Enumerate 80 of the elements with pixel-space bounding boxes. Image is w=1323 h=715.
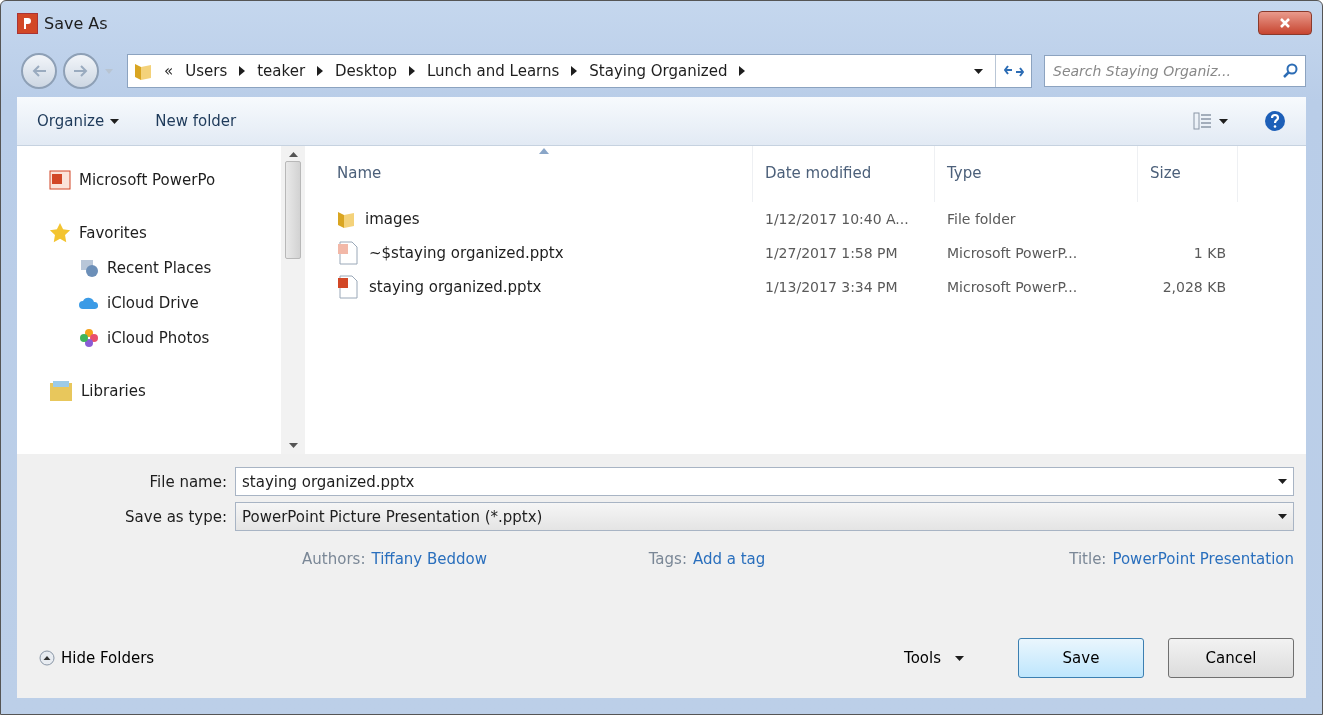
property-value[interactable]: Add a tag — [692, 550, 766, 568]
type-cell-text: Microsoft PowerP... — [946, 245, 1079, 261]
size-cell-text: 2,028 KB — [1161, 279, 1227, 295]
chevron-icon[interactable] — [408, 66, 415, 76]
file-type-dropdown[interactable]: PowerPoint Picture Presentation (*.pptx) — [235, 502, 1294, 531]
details-view-icon — [1193, 112, 1213, 130]
breadcrumb[interactable]: Lunch and Learns — [426, 62, 560, 80]
sidebar-item[interactable]: Favorites — [49, 215, 281, 250]
address-bar[interactable]: « Users teaker Desktop Lunch and Learns Staying Organized — [127, 54, 1032, 88]
folder-icon — [134, 61, 152, 81]
scrollbar[interactable] — [281, 146, 305, 454]
library-icon — [49, 379, 73, 402]
toolbar-button[interactable]: New folder — [155, 108, 237, 134]
breadcrumb[interactable]: Users — [185, 62, 228, 80]
caret-icon — [955, 655, 964, 661]
sidebar-item[interactable]: Microsoft PowerPo — [49, 162, 281, 197]
toolbar-button[interactable]: Organize — [37, 108, 120, 134]
presentation-icon — [49, 169, 71, 190]
chevron-icon[interactable] — [571, 66, 578, 76]
save-button[interactable]: Save — [1018, 638, 1144, 678]
breadcrumb[interactable]: teaker — [257, 62, 306, 80]
scrollbar-thumb[interactable] — [285, 161, 301, 259]
field-label: File name: — [148, 472, 228, 491]
property-value[interactable]: PowerPoint Presentation — [1112, 550, 1294, 568]
arrow-right-icon — [73, 64, 89, 78]
breadcrumb[interactable]: Staying Organized — [589, 62, 728, 80]
close-icon — [1279, 17, 1291, 29]
property-label: Tags: — [648, 550, 687, 568]
column-header[interactable]: Date modified — [753, 146, 935, 202]
sidebar-item[interactable]: iCloud Photos — [49, 320, 281, 355]
tools-button[interactable]: Tools — [904, 649, 964, 667]
chevron-icon[interactable] — [739, 66, 746, 76]
date-cell-text: 1/13/2017 3:34 PM — [764, 279, 899, 295]
search-field[interactable]: Search Staying Organiz... — [1044, 55, 1306, 87]
sidebar-item[interactable]: iCloud Drive — [49, 285, 281, 320]
breadcrumb-overflow[interactable]: « — [164, 62, 174, 80]
property-value[interactable]: Tiffany Beddow — [371, 550, 487, 568]
field-label: Save as type: — [124, 507, 228, 526]
breadcrumb[interactable]: Desktop — [335, 62, 397, 80]
file-name[interactable]: images — [325, 209, 753, 229]
scroll-down-icon[interactable] — [288, 443, 298, 448]
column-header[interactable]: Name — [325, 146, 753, 202]
file-name-field[interactable]: staying organized.pptx — [235, 467, 1294, 496]
date-cell-text: 1/27/2017 1:58 PM — [764, 245, 899, 261]
dropdown-icon — [974, 68, 983, 74]
arrow-left-icon — [31, 64, 47, 78]
app-icon — [17, 12, 38, 34]
star-icon — [49, 221, 71, 244]
column-header[interactable]: Type — [935, 146, 1138, 202]
search-icon — [1282, 63, 1298, 79]
dropdown-icon — [1278, 514, 1287, 519]
file-name[interactable]: ~$staying organized.pptx — [325, 241, 753, 265]
window-title: Save As — [44, 13, 109, 33]
cancel-button[interactable]: Cancel — [1168, 638, 1294, 678]
flower-icon — [79, 327, 99, 348]
property-label: Title: — [1069, 550, 1107, 568]
collapse-icon — [39, 650, 55, 666]
places-icon — [79, 257, 99, 278]
close-button[interactable] — [1258, 11, 1312, 35]
type-cell-text: File folder — [946, 211, 1017, 227]
help-icon[interactable] — [1264, 110, 1286, 132]
dropdown-icon — [1278, 479, 1287, 484]
size-cell-text: 1 KB — [1192, 245, 1227, 261]
type-cell-text: Microsoft PowerP... — [946, 279, 1079, 295]
sidebar-item[interactable]: Libraries — [49, 373, 281, 408]
scroll-up-icon[interactable] — [288, 152, 298, 157]
document-icon — [337, 275, 359, 299]
sidebar-item[interactable]: Recent Places — [49, 250, 281, 285]
column-header[interactable]: Size — [1138, 146, 1238, 202]
cloud-icon — [79, 295, 99, 310]
refresh-icon — [1003, 64, 1024, 78]
hide-folders-button[interactable]: Hide Folders — [39, 649, 905, 667]
date-cell-text: 1/12/2017 10:40 A... — [764, 211, 910, 227]
document-icon — [337, 241, 359, 265]
file-name[interactable]: staying organized.pptx — [325, 275, 753, 299]
chevron-icon[interactable] — [317, 66, 324, 76]
property-label: Authors: — [302, 550, 366, 568]
chevron-icon[interactable] — [239, 66, 246, 76]
folder-icon — [337, 209, 355, 229]
caret-icon — [1219, 118, 1228, 124]
